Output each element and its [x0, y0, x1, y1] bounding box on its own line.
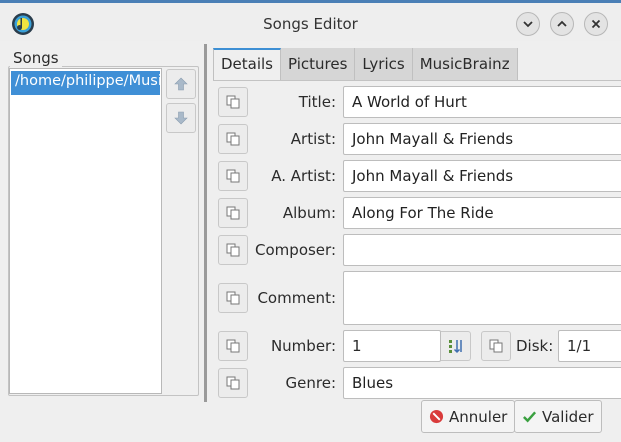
- disk-field[interactable]: 1/1: [558, 330, 621, 362]
- tab-musicbrainz[interactable]: MusicBrainz: [412, 48, 518, 81]
- composer-field[interactable]: [343, 234, 621, 266]
- tab-lyrics[interactable]: Lyrics: [355, 48, 413, 81]
- maximize-button[interactable]: [550, 12, 574, 36]
- chevron-down-icon: [523, 21, 533, 28]
- genre-label: Genre:: [285, 374, 336, 392]
- comment-field[interactable]: [343, 271, 621, 325]
- tab-bar: Details Pictures Lyrics MusicBrainz: [213, 48, 518, 81]
- splitter-handle[interactable]: [204, 44, 207, 402]
- cancel-label: Annuler: [449, 407, 508, 426]
- checkmark-icon: [523, 411, 537, 423]
- move-up-button[interactable]: [166, 69, 196, 99]
- sort-numeric-icon: [448, 340, 462, 354]
- tab-details[interactable]: Details: [213, 48, 282, 81]
- genre-field[interactable]: Blues: [343, 367, 621, 399]
- auto-number-button[interactable]: [441, 331, 471, 361]
- copy-album-button[interactable]: [218, 198, 248, 228]
- copy-icon: [226, 132, 240, 146]
- copy-icon: [226, 339, 240, 353]
- close-icon: [591, 19, 601, 29]
- songs-list[interactable]: /home/philippe/Musi: [9, 68, 162, 394]
- close-button[interactable]: [584, 12, 608, 36]
- title-field[interactable]: A World of Hurt: [343, 86, 621, 118]
- chevron-up-icon: [557, 20, 567, 27]
- copy-disk-button[interactable]: [481, 331, 511, 361]
- composer-label: Composer:: [255, 241, 336, 259]
- tab-divider: [213, 80, 621, 81]
- copy-icon: [226, 206, 240, 220]
- copy-composer-button[interactable]: [218, 235, 248, 265]
- copy-title-button[interactable]: [218, 87, 248, 117]
- move-down-button[interactable]: [166, 103, 196, 133]
- arrow-up-icon: [174, 77, 188, 91]
- copy-icon: [226, 169, 240, 183]
- validate-button[interactable]: Valider: [514, 400, 602, 433]
- copy-comment-button[interactable]: [218, 283, 248, 313]
- disk-label: Disk:: [516, 337, 554, 355]
- comment-label: Comment:: [257, 289, 336, 307]
- copy-number-button[interactable]: [218, 331, 248, 361]
- number-label: Number:: [270, 337, 336, 355]
- number-field[interactable]: 1: [343, 330, 441, 362]
- artist-label: Artist:: [290, 130, 336, 148]
- album-label: Album:: [282, 204, 336, 222]
- minimize-button[interactable]: [516, 12, 540, 36]
- copy-album-artist-button[interactable]: [218, 161, 248, 191]
- list-item[interactable]: /home/philippe/Musi: [11, 71, 160, 95]
- cancel-button[interactable]: Annuler: [421, 400, 516, 433]
- title-bar[interactable]: Songs Editor: [0, 3, 621, 41]
- songs-group-label: Songs: [10, 49, 62, 67]
- album-artist-field[interactable]: John Mayall & Friends: [343, 160, 621, 192]
- album-artist-label: A. Artist:: [271, 167, 336, 185]
- cancel-icon: [429, 409, 444, 424]
- copy-icon: [226, 243, 240, 257]
- copy-genre-button[interactable]: [218, 368, 248, 398]
- title-label: Title:: [298, 93, 336, 111]
- copy-icon: [489, 339, 503, 353]
- copy-icon: [226, 376, 240, 390]
- copy-icon: [226, 291, 240, 305]
- album-field[interactable]: Along For The Ride: [343, 197, 621, 229]
- validate-label: Valider: [542, 407, 594, 426]
- tab-pictures[interactable]: Pictures: [281, 48, 356, 81]
- artist-field[interactable]: John Mayall & Friends: [343, 123, 621, 155]
- arrow-down-icon: [174, 111, 188, 125]
- copy-icon: [226, 95, 240, 109]
- copy-artist-button[interactable]: [218, 124, 248, 154]
